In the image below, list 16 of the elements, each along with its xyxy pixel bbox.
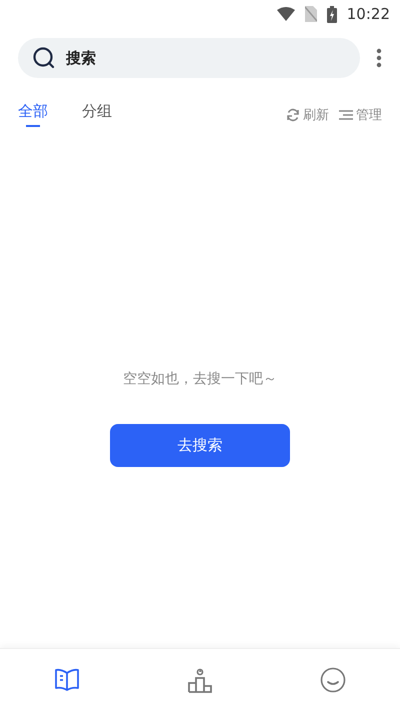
tab[interactable]: 全部 (18, 102, 48, 127)
book-icon[interactable] (54, 668, 80, 692)
manage-button[interactable]: 管理 (339, 106, 382, 124)
more-icon[interactable] (376, 48, 382, 68)
no-sim-icon (304, 6, 317, 22)
battery-icon (326, 6, 337, 22)
status-time: 10:22 (346, 5, 390, 23)
refresh-button[interactable]: 刷新 (286, 106, 329, 124)
podium-icon[interactable] (186, 667, 213, 693)
tab[interactable]: 分组 (82, 102, 112, 127)
smiley-icon[interactable] (320, 667, 346, 693)
refresh-icon (286, 108, 300, 122)
wifi-icon (276, 7, 295, 21)
list-icon (339, 108, 353, 120)
empty-message: 空空如也，去搜一下吧～ (123, 370, 277, 388)
search-button[interactable]: 去搜索 (110, 424, 290, 467)
